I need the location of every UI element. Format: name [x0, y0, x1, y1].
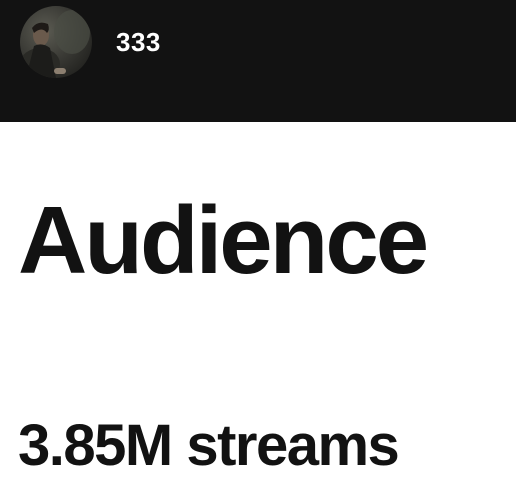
streams-value: 3.85M	[18, 413, 173, 478]
artist-header-content: 333	[20, 5, 161, 79]
streams-unit: streams	[186, 413, 399, 478]
artist-name[interactable]: 333	[116, 29, 161, 55]
artist-avatar-image	[20, 10, 90, 78]
artist-avatar[interactable]	[20, 6, 92, 78]
page-title: Audience	[18, 187, 429, 294]
artist-header: 333	[0, 0, 516, 122]
streams-count: 3.85M streams	[18, 413, 400, 480]
